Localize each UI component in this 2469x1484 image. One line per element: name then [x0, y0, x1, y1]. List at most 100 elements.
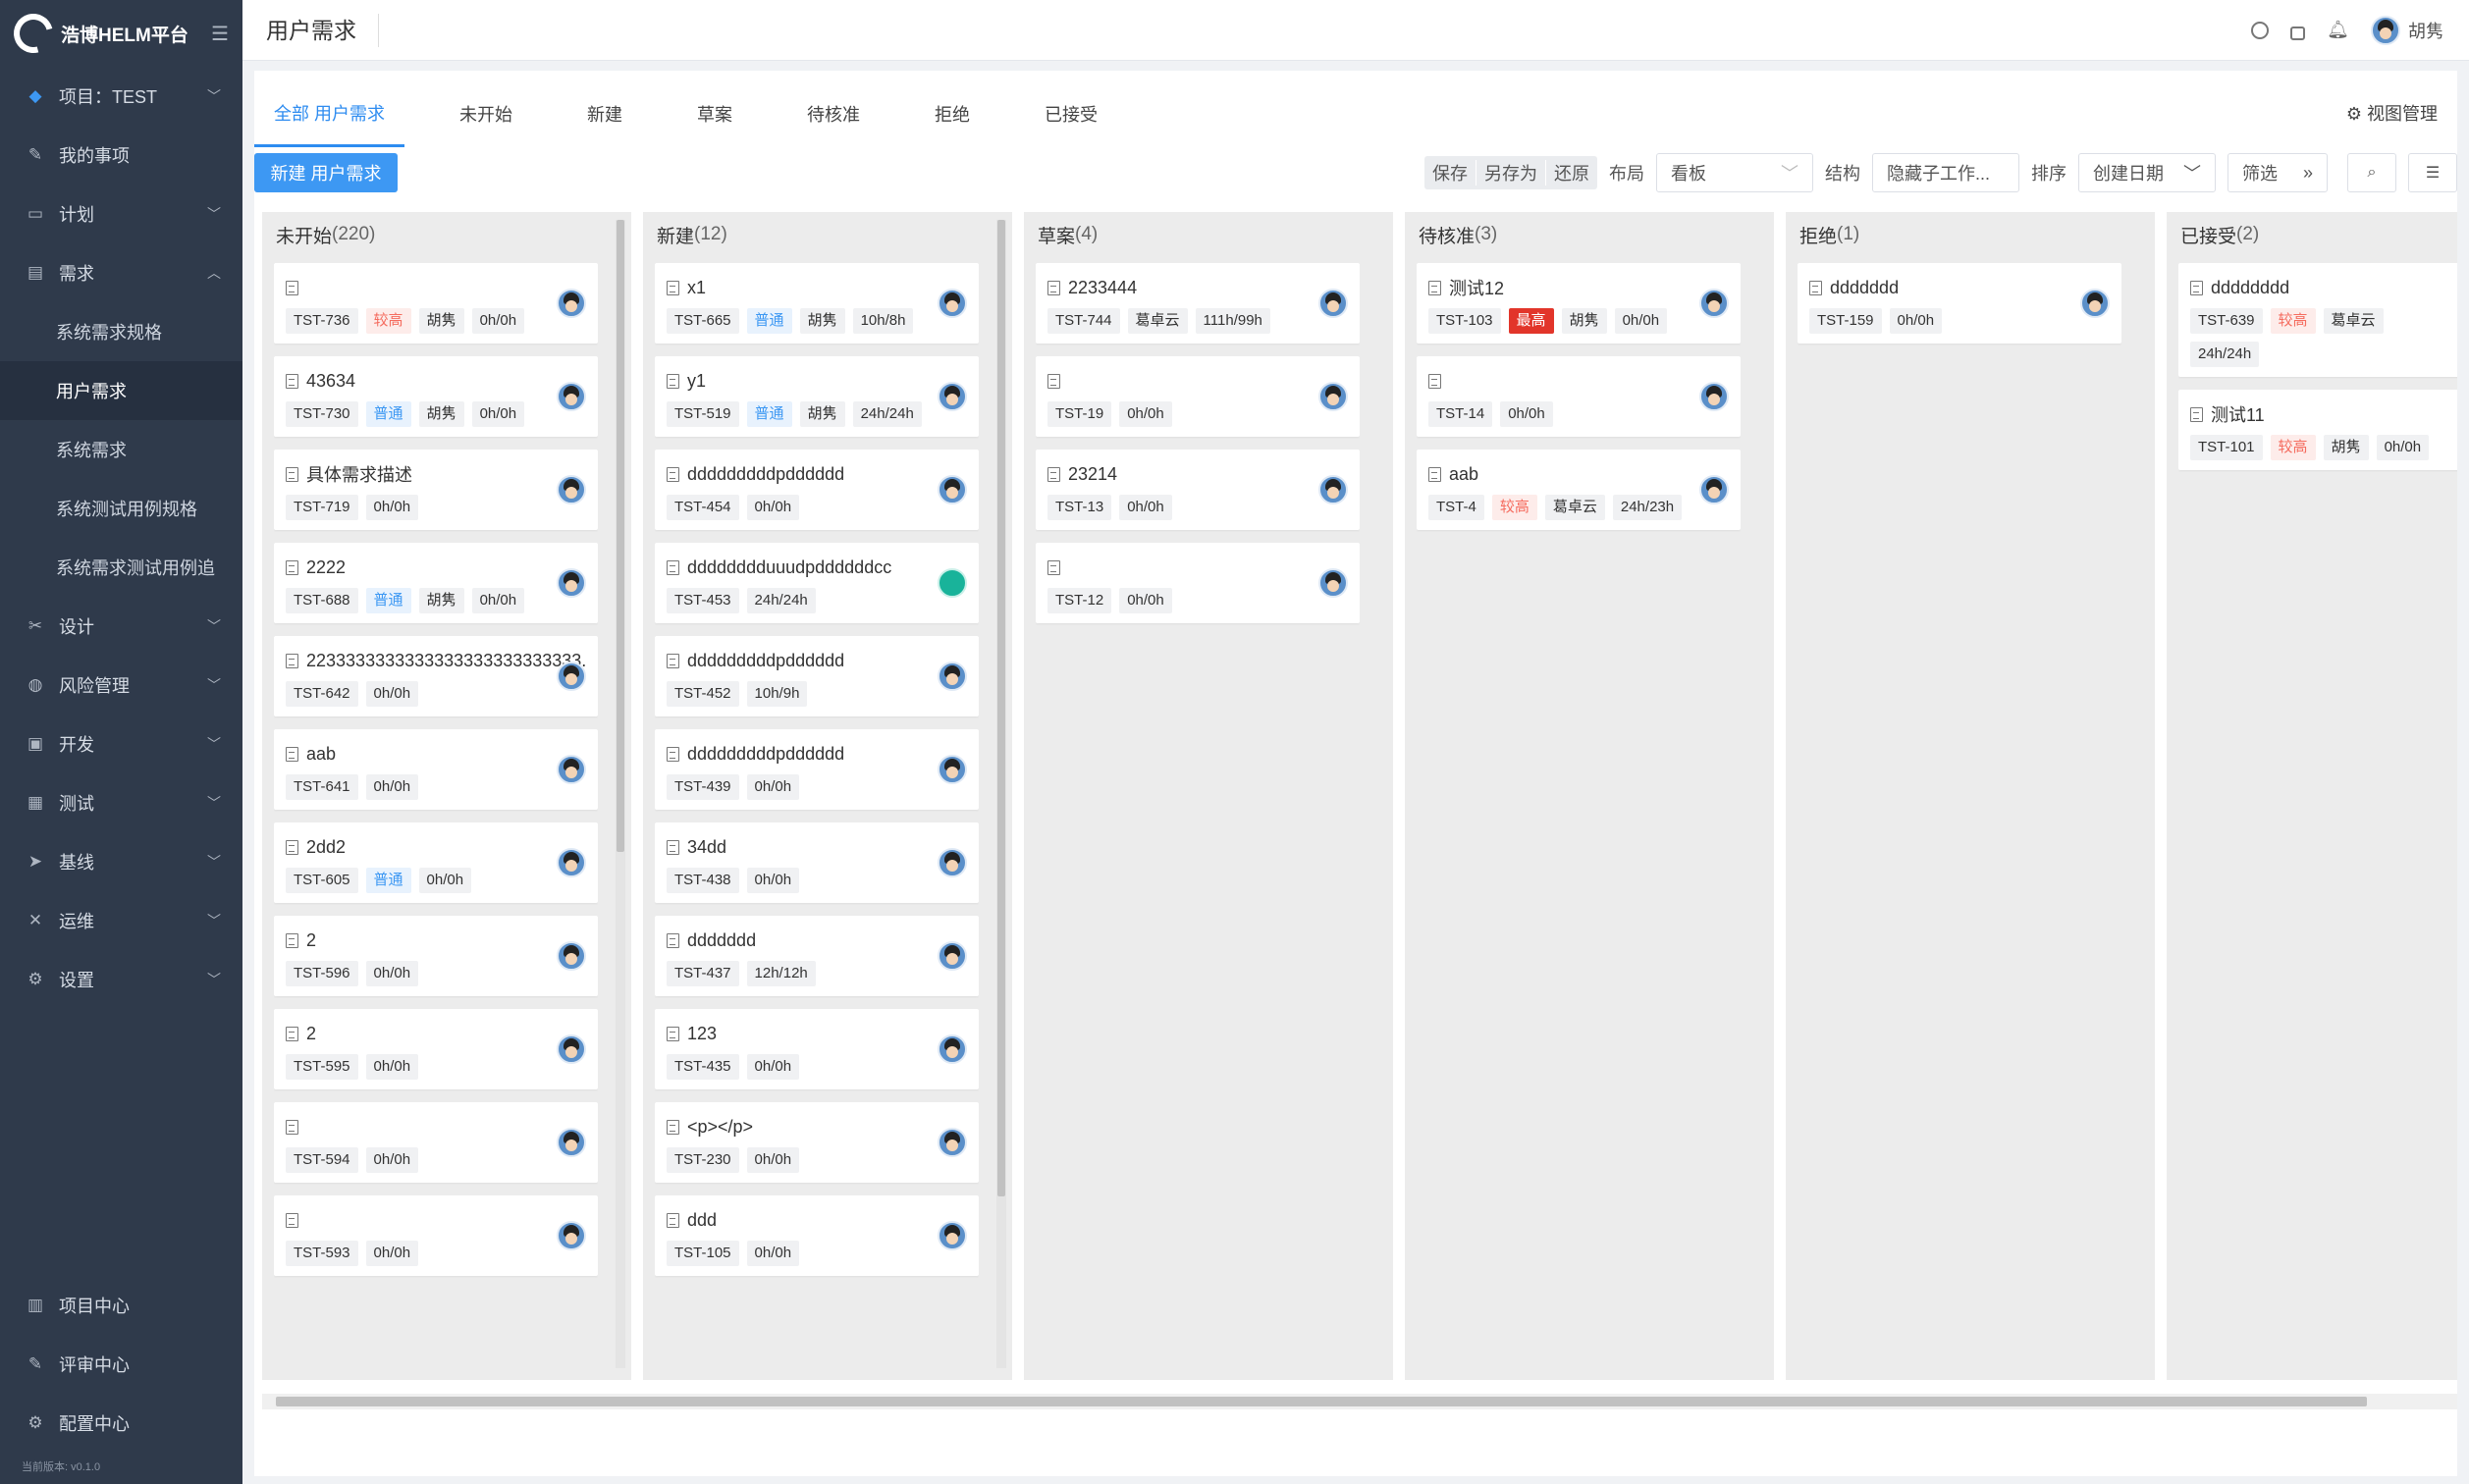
requirement-card[interactable]: dddddddddpdddddd TST-452 10h/9h: [655, 636, 979, 716]
sidebar-subitem[interactable]: 系统需求测试用例追: [0, 538, 242, 597]
horizontal-scrollbar[interactable]: [262, 1394, 2457, 1409]
sidebar-subitem[interactable]: 系统需求规格: [0, 302, 242, 361]
avatar[interactable]: [938, 1128, 967, 1157]
user-menu[interactable]: 胡隽: [2371, 15, 2443, 45]
requirement-card[interactable]: TST-593 0h/0h: [274, 1195, 598, 1276]
scrollbar-thumb[interactable]: [617, 220, 624, 852]
project-selector[interactable]: ◆ 项目：TEST ﹀: [0, 67, 242, 126]
tab[interactable]: 拒绝: [915, 80, 990, 147]
requirement-card[interactable]: aab TST-4 较高 葛卓云 24h/23h: [1417, 450, 1741, 530]
sidebar-item[interactable]: ▭ 计划 ﹀: [0, 185, 242, 243]
tab[interactable]: 未开始: [440, 80, 532, 147]
avatar[interactable]: [1318, 382, 1348, 411]
avatar[interactable]: [1699, 475, 1729, 504]
avatar[interactable]: [938, 941, 967, 971]
requirement-card[interactable]: 123 TST-435 0h/0h: [655, 1009, 979, 1089]
requirement-card[interactable]: dddddddddpdddddd TST-454 0h/0h: [655, 450, 979, 530]
avatar[interactable]: [1318, 289, 1348, 318]
tab[interactable]: 待核准: [787, 80, 880, 147]
logo[interactable]: 浩博HELM平台 ☰: [0, 0, 242, 67]
avatar[interactable]: [557, 289, 586, 318]
avatar[interactable]: [557, 568, 586, 598]
requirement-card[interactable]: dddddddduuudpddddddcc TST-453 24h/24h: [655, 543, 979, 623]
requirement-card[interactable]: 2 TST-595 0h/0h: [274, 1009, 598, 1089]
requirement-card[interactable]: ddd TST-105 0h/0h: [655, 1195, 979, 1276]
tab[interactable]: 草案: [677, 80, 752, 147]
sidebar-item[interactable]: ✎ 评审中心: [0, 1335, 242, 1394]
sidebar-item[interactable]: ▣ 开发 ﹀: [0, 715, 242, 773]
sidebar-item[interactable]: ✎ 我的事项: [0, 126, 242, 185]
requirement-card[interactable]: ddddddd TST-159 0h/0h: [1798, 263, 2121, 344]
avatar[interactable]: [557, 1128, 586, 1157]
requirement-card[interactable]: TST-594 0h/0h: [274, 1102, 598, 1183]
tab[interactable]: 全部 用户需求: [254, 80, 405, 147]
lock-icon[interactable]: [2290, 26, 2306, 40]
tab[interactable]: 已接受: [1025, 80, 1117, 147]
avatar[interactable]: [557, 1221, 586, 1250]
scrollbar-thumb[interactable]: [997, 220, 1005, 1196]
requirement-card[interactable]: 2222 TST-688 普通 胡隽 0h/0h: [274, 543, 598, 623]
sidebar-item[interactable]: ▦ 测试 ﹀: [0, 773, 242, 832]
tab[interactable]: 新建: [567, 80, 642, 147]
requirement-card[interactable]: TST-736 较高 胡隽 0h/0h: [274, 263, 598, 344]
vertical-scrollbar[interactable]: [996, 220, 1006, 1368]
requirement-card[interactable]: 测试12 TST-103 最高 胡隽 0h/0h: [1417, 263, 1741, 344]
save-as-button[interactable]: 另存为: [1476, 160, 1546, 186]
sidebar-subitem[interactable]: 系统需求: [0, 420, 242, 479]
avatar[interactable]: [1318, 475, 1348, 504]
sidebar-item[interactable]: ▤ 需求 ︿: [0, 243, 242, 302]
view-manage-button[interactable]: ⚙ 视图管理: [2346, 100, 2438, 126]
requirement-card[interactable]: TST-19 0h/0h: [1036, 356, 1360, 437]
avatar[interactable]: [938, 1034, 967, 1064]
avatar[interactable]: [1699, 289, 1729, 318]
filter-button[interactable]: 筛选 »: [2227, 153, 2328, 192]
avatar[interactable]: [2080, 289, 2110, 318]
avatar[interactable]: [1699, 382, 1729, 411]
structure-select[interactable]: 隐藏子工作...: [1872, 153, 2019, 192]
sort-select[interactable]: 创建日期 ﹀: [2078, 153, 2216, 192]
vertical-scrollbar[interactable]: [616, 220, 625, 1368]
requirement-card[interactable]: ddddddd TST-437 12h/12h: [655, 916, 979, 996]
requirement-card[interactable]: <p></p> TST-230 0h/0h: [655, 1102, 979, 1183]
bell-icon[interactable]: 🔔︎: [2327, 20, 2349, 40]
requirement-card[interactable]: 43634 TST-730 普通 胡隽 0h/0h: [274, 356, 598, 437]
requirement-card[interactable]: 2233444 TST-744 葛卓云 111h/99h: [1036, 263, 1360, 344]
sidebar-item[interactable]: ◍ 风险管理 ﹀: [0, 656, 242, 715]
avatar[interactable]: [938, 755, 967, 784]
avatar[interactable]: [938, 848, 967, 877]
requirement-card[interactable]: 23214 TST-13 0h/0h: [1036, 450, 1360, 530]
requirement-card[interactable]: TST-14 0h/0h: [1417, 356, 1741, 437]
sidebar-item[interactable]: ⚙ 配置中心: [0, 1394, 242, 1453]
avatar[interactable]: [557, 848, 586, 877]
list-view-button[interactable]: ☰: [2408, 153, 2457, 192]
sidebar-item[interactable]: ▥ 项目中心: [0, 1276, 242, 1335]
requirement-card[interactable]: 具体需求描述 TST-719 0h/0h: [274, 450, 598, 530]
avatar[interactable]: [938, 662, 967, 691]
requirement-card[interactable]: 34dd TST-438 0h/0h: [655, 822, 979, 903]
new-requirement-button[interactable]: 新建 用户需求: [254, 153, 398, 192]
save-button[interactable]: 保存: [1424, 160, 1476, 186]
sidebar-subitem[interactable]: 用户需求: [0, 361, 242, 420]
sidebar-item[interactable]: ⚙ 设置 ﹀: [0, 950, 242, 1009]
avatar[interactable]: [938, 382, 967, 411]
avatar[interactable]: [938, 475, 967, 504]
avatar[interactable]: [557, 941, 586, 971]
requirement-card[interactable]: x1 TST-665 普通 胡隽 10h/8h: [655, 263, 979, 344]
requirement-card[interactable]: 2dd2 TST-605 普通 0h/0h: [274, 822, 598, 903]
avatar[interactable]: [557, 475, 586, 504]
sidebar-subitem[interactable]: 系统测试用例规格: [0, 479, 242, 538]
requirement-card[interactable]: 2233333333333333333333333333... TST-642 0h…: [274, 636, 598, 716]
avatar[interactable]: [938, 568, 967, 598]
requirement-card[interactable]: TST-12 0h/0h: [1036, 543, 1360, 623]
sidebar-item[interactable]: ✂ 设计 ﹀: [0, 597, 242, 656]
requirement-card[interactable]: aab TST-641 0h/0h: [274, 729, 598, 810]
help-icon[interactable]: [2251, 21, 2270, 39]
avatar[interactable]: [557, 755, 586, 784]
requirement-card[interactable]: dddddddd TST-639 较高 葛卓云 24h/24h: [2178, 263, 2457, 377]
avatar[interactable]: [938, 1221, 967, 1250]
search-button[interactable]: ⌕: [2347, 153, 2396, 192]
menu-collapse-icon[interactable]: ☰: [211, 22, 229, 46]
requirement-card[interactable]: 2 TST-596 0h/0h: [274, 916, 598, 996]
requirement-card[interactable]: dddddddddpdddddd TST-439 0h/0h: [655, 729, 979, 810]
requirement-card[interactable]: 测试11 TST-101 较高 胡隽 0h/0h: [2178, 390, 2457, 470]
